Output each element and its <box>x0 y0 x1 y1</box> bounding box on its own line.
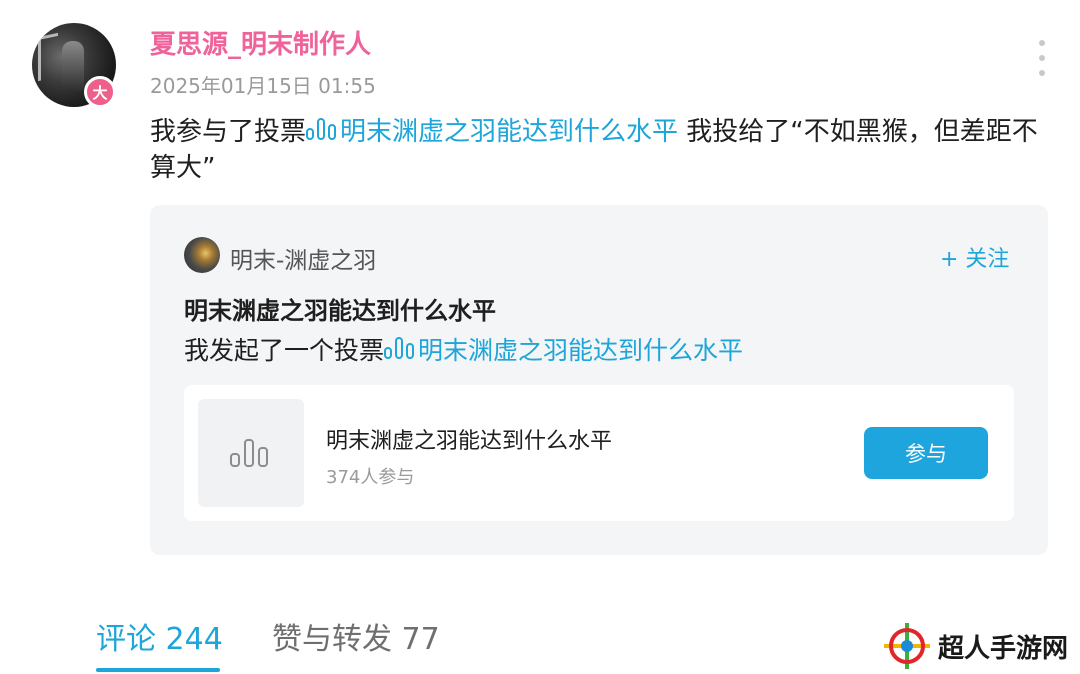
poll-participants: 374人参与 <box>326 467 415 488</box>
shared-poll-card[interactable]: 明末-渊虚之羽 + 关注 明末渊虚之羽能达到什么水平 我发起了一个投票明末渊虚之… <box>150 205 1048 555</box>
card-title: 明末渊虚之羽能达到什么水平 <box>184 297 496 325</box>
join-poll-button[interactable]: 参与 <box>864 427 988 479</box>
poll-icon <box>384 335 416 361</box>
creator-badge: 大 <box>84 76 116 108</box>
follow-button[interactable]: + 关注 <box>940 241 1009 273</box>
active-tab-indicator <box>96 668 220 672</box>
avatar-calligraphy <box>38 32 58 82</box>
vote-link-text: 明末渊虚之羽能达到什么水平 <box>340 117 679 147</box>
card-description: 我发起了一个投票 明末渊虚之羽能达到什么水平 <box>184 331 743 367</box>
vote-link[interactable]: 明末渊虚之羽能达到什么水平 <box>306 117 678 147</box>
channel-name[interactable]: 明末-渊虚之羽 <box>230 241 376 275</box>
post-body: 我参与了投票 明末渊虚之羽能达到什么水平 我投给了“不如黑猴，但差距不算大” <box>150 114 1040 186</box>
avatar-figure <box>62 41 84 91</box>
author-username[interactable]: 夏思源_明末制作人 <box>150 24 371 61</box>
tab-likes-reposts[interactable]: 赞与转发 77 <box>272 614 440 658</box>
more-options-icon[interactable] <box>1030 40 1054 76</box>
card-vote-link[interactable]: 明末渊虚之羽能达到什么水平 <box>384 336 743 365</box>
poll-thumbnail <box>198 399 304 507</box>
poll-icon <box>306 116 338 142</box>
card-vote-link-text: 明末渊虚之羽能达到什么水平 <box>418 336 744 365</box>
poll-title: 明末渊虚之羽能达到什么水平 <box>326 429 613 454</box>
watermark-logo-icon <box>884 623 930 669</box>
poll-chart-icon <box>230 437 270 469</box>
post-text-prefix: 我参与了投票 <box>150 117 307 147</box>
tab-comments[interactable]: 评论 244 <box>96 614 223 658</box>
watermark-text: 超人手游网 <box>938 633 1069 664</box>
poll-box[interactable]: 明末渊虚之羽能达到什么水平 374人参与 参与 <box>184 385 1014 521</box>
card-line-prefix: 我发起了一个投票 <box>184 336 385 365</box>
channel-avatar[interactable] <box>184 237 220 273</box>
post-timestamp: 2025年01月15日 01:55 <box>150 74 376 98</box>
site-watermark: 超人手游网 <box>884 623 1069 669</box>
